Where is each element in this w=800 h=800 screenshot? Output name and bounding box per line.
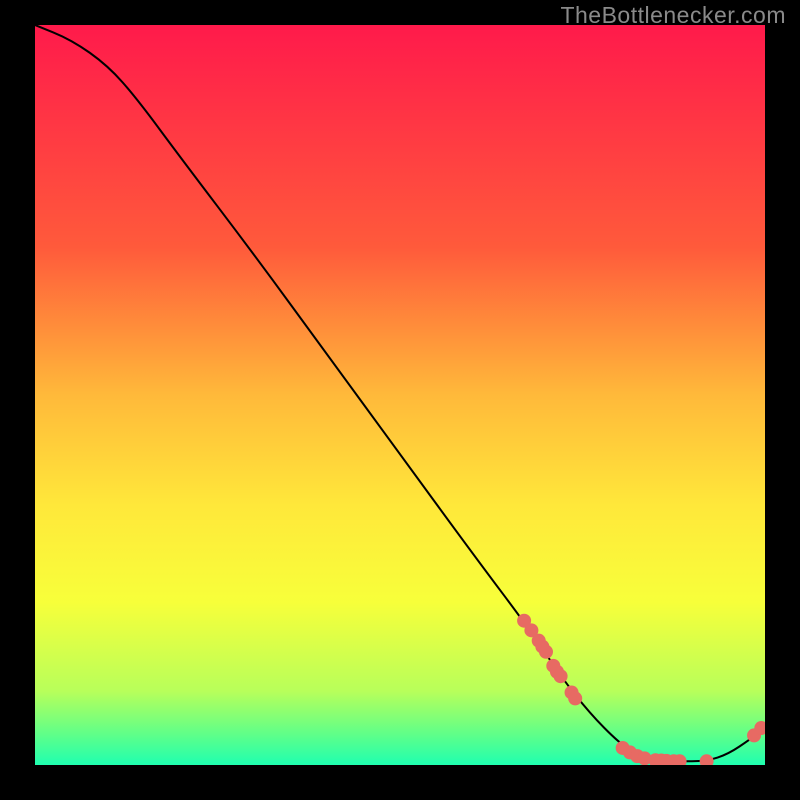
watermark-label: TheBottlenecker.com — [560, 2, 786, 29]
gradient-background — [35, 25, 765, 765]
plot-area — [35, 25, 765, 765]
data-point — [539, 645, 553, 659]
data-point — [554, 669, 568, 683]
chart-container: TheBottlenecker.com — [0, 0, 800, 800]
chart-svg — [35, 25, 765, 765]
data-point — [568, 691, 582, 705]
